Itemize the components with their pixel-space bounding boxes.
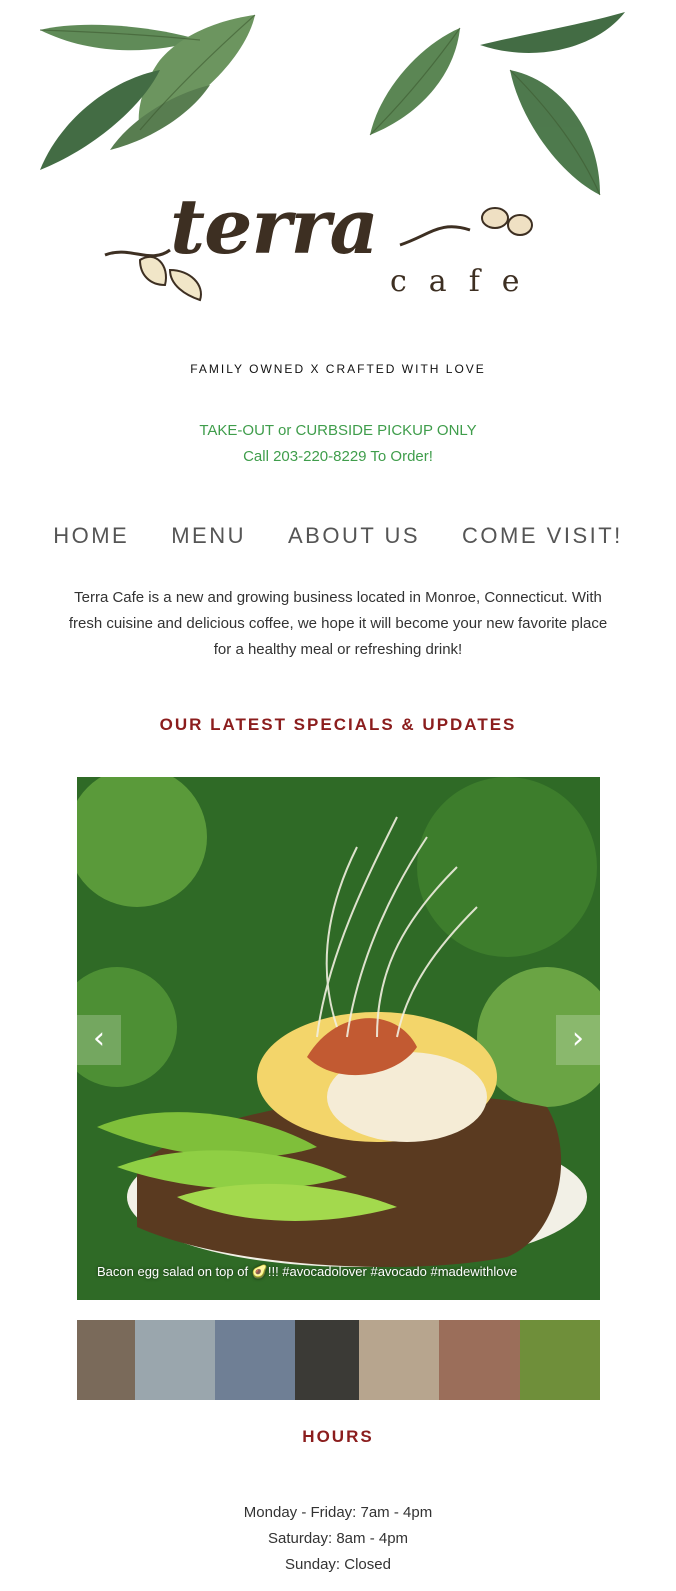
thumbnail[interactable] bbox=[359, 1320, 439, 1400]
hours-saturday: Saturday: 8am - 4pm bbox=[267, 1530, 409, 1547]
hours-list: Monday - Friday: 7am - 4pm Saturday: 8am… bbox=[0, 1500, 676, 1578]
main-nav: HOME MENU ABOUT US COME VISIT! bbox=[0, 523, 676, 549]
thumbnail[interactable] bbox=[135, 1320, 215, 1400]
nav-about-us[interactable]: ABOUT US bbox=[288, 523, 420, 549]
logo-subtitle: cafe bbox=[390, 264, 542, 299]
intro-text: Terra Cafe is a new and growing business… bbox=[68, 589, 608, 658]
tagline: FAMILY OWNED X CRAFTED WITH LOVE bbox=[190, 362, 486, 376]
thumbnail-strip bbox=[77, 1320, 600, 1400]
pickup-notice: TAKE-OUT or CURBSIDE PICKUP ONLY Call 20… bbox=[0, 418, 676, 470]
nav-menu[interactable]: MENU bbox=[171, 523, 246, 549]
thumbnail[interactable] bbox=[439, 1320, 520, 1400]
hours-heading: HOURS bbox=[302, 1427, 374, 1446]
pickup-line: TAKE-OUT or CURBSIDE PICKUP ONLY bbox=[199, 422, 477, 439]
order-phone-line[interactable]: Call 203-220-8229 To Order! bbox=[0, 444, 676, 470]
thumbnail[interactable] bbox=[215, 1320, 295, 1400]
hours-sunday: Sunday: Closed bbox=[285, 1556, 391, 1573]
nav-home[interactable]: HOME bbox=[53, 523, 129, 549]
hours-weekday: Monday - Friday: 7am - 4pm bbox=[243, 1504, 433, 1521]
slide-caption: Bacon egg salad on top of 🥑!!! #avocadol… bbox=[97, 1264, 518, 1279]
thumbnail[interactable] bbox=[77, 1320, 135, 1400]
leaves-illustration bbox=[39, 12, 625, 196]
thumbnail[interactable] bbox=[295, 1320, 359, 1400]
specials-heading: OUR LATEST SPECIALS & UPDATES bbox=[159, 715, 517, 734]
specials-slideshow[interactable]: ‹ › Bacon egg salad on top of 🥑!!! #avoc… bbox=[77, 777, 600, 1300]
terra-cafe-logo[interactable]: terra cafe bbox=[100, 182, 550, 320]
chevron-right-icon[interactable]: › bbox=[556, 1015, 600, 1065]
slide-image bbox=[77, 777, 600, 1300]
chevron-left-icon[interactable]: ‹ bbox=[77, 1015, 121, 1065]
thumbnail[interactable] bbox=[520, 1320, 600, 1400]
nav-come-visit[interactable]: COME VISIT! bbox=[462, 523, 623, 549]
logo-wordmark: terra bbox=[170, 182, 379, 271]
